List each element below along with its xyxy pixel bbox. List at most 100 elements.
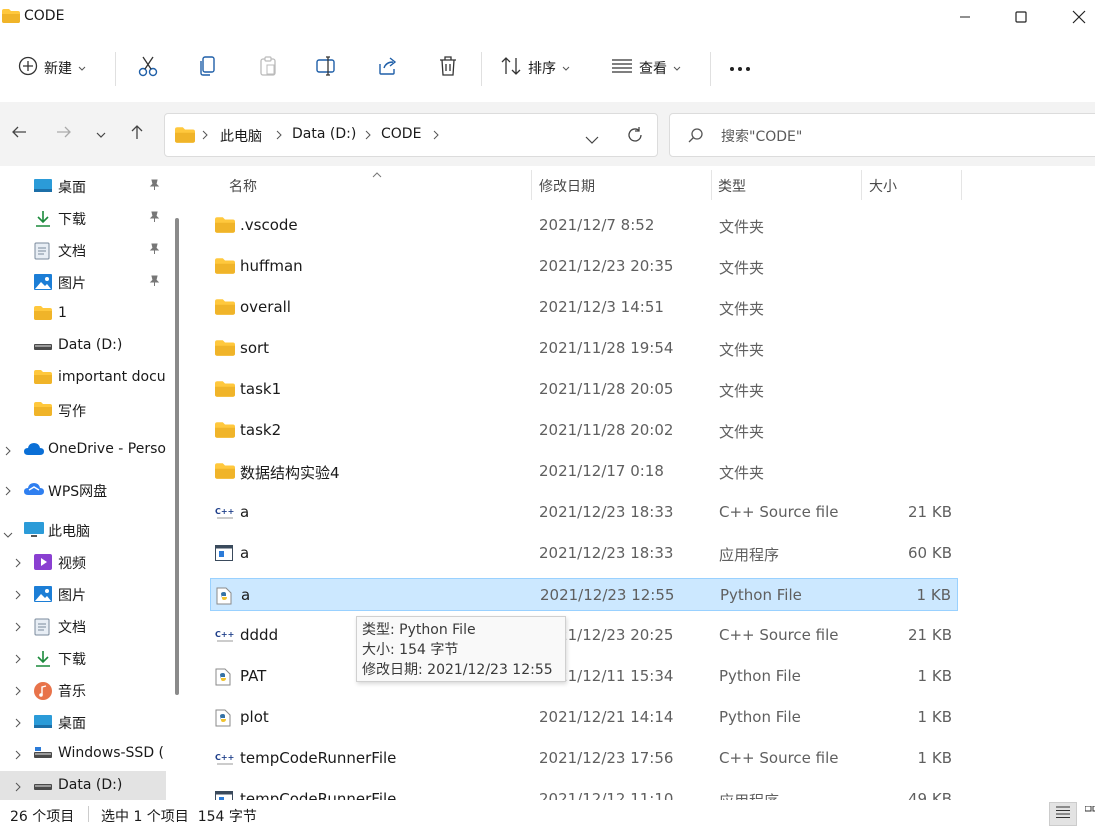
sidebar-item-windows-ssd[interactable]: Windows-SSD ( [0, 739, 166, 769]
minimize-button[interactable] [942, 0, 988, 34]
share-button[interactable] [377, 34, 399, 102]
sidebar-item-pictures-pc[interactable]: 图片 [0, 579, 166, 609]
sidebar-item-label: 下载 [58, 212, 86, 228]
breadcrumb-drive[interactable]: Data (D:) [292, 126, 356, 142]
column-header-date[interactable]: 修改日期 [539, 176, 595, 196]
file-row[interactable]: C++ tempCodeRunnerFile 2021/12/23 17:56 C++… [210, 742, 958, 775]
address-history-dropdown[interactable] [585, 132, 599, 148]
navigation-pane: 桌面 下载 文档 图片 1 Data (D:) important docu 写… [0, 166, 188, 800]
chevron-right-icon[interactable] [15, 556, 21, 572]
column-divider[interactable] [531, 170, 532, 200]
chevron-right-icon[interactable] [15, 652, 21, 668]
breadcrumb-this-pc[interactable]: 此电脑 [220, 126, 262, 146]
file-row[interactable]: PAT 2021/12/11 15:34 Python File 1 KB [210, 660, 958, 693]
chevron-right-icon[interactable] [15, 588, 21, 604]
more-button[interactable] [729, 34, 751, 102]
chevron-right-icon[interactable] [15, 620, 21, 636]
delete-button[interactable] [438, 34, 458, 102]
column-divider[interactable] [711, 170, 712, 200]
sidebar-item-label: 写作 [58, 404, 86, 420]
file-row[interactable]: sort 2021/11/28 19:54 文件夹 [210, 332, 958, 365]
breadcrumb-code[interactable]: CODE [381, 126, 421, 142]
sidebar-item-onedrive[interactable]: OneDrive - Perso [0, 435, 166, 465]
sidebar-item-writing[interactable]: 写作 [0, 395, 166, 425]
file-row[interactable]: .vscode 2021/12/7 8:52 文件夹 [210, 209, 958, 242]
column-header-type[interactable]: 类型 [718, 176, 746, 196]
chevron-right-icon[interactable] [15, 716, 21, 732]
sidebar-item-folder-1[interactable]: 1 [0, 299, 166, 329]
recent-locations-button[interactable] [89, 122, 113, 146]
file-row[interactable]: huffman 2021/12/23 20:35 文件夹 [210, 250, 958, 283]
chevron-down-icon[interactable] [3, 526, 13, 542]
sidebar-item-data-drive[interactable]: Data (D:) [0, 331, 166, 361]
sidebar-item-desktop-pc[interactable]: 桌面 [0, 707, 166, 737]
refresh-button[interactable] [626, 126, 644, 148]
sidebar-item-music[interactable]: 音乐 [0, 675, 166, 705]
up-button[interactable] [125, 122, 149, 146]
sidebar-item-wps-cloud[interactable]: WPS网盘 [0, 475, 166, 505]
column-header-name[interactable]: 名称 [229, 176, 257, 196]
onedrive-icon [24, 442, 44, 458]
forward-button[interactable] [52, 122, 76, 146]
copy-button[interactable] [198, 34, 218, 102]
file-row[interactable]: a 2021/12/23 12:55 Python File 1 KB [210, 578, 958, 611]
back-button[interactable] [7, 122, 31, 146]
chevron-right-icon[interactable] [15, 748, 21, 764]
view-button[interactable]: 查看 [611, 34, 681, 102]
column-header-size[interactable]: 大小 [869, 176, 897, 196]
tiles-view-button[interactable] [1078, 802, 1095, 826]
sidebar-item-important-docs[interactable]: important docu [0, 363, 166, 393]
search-input[interactable]: 搜索"CODE" [669, 113, 1095, 157]
file-row[interactable]: task1 2021/11/28 20:05 文件夹 [210, 373, 958, 406]
scissors-icon [137, 55, 159, 81]
rename-button[interactable] [316, 34, 338, 102]
folder-icon [34, 370, 52, 386]
sidebar-item-label: Data (D:) [58, 337, 123, 353]
wps-cloud-icon [24, 482, 44, 498]
sort-label: 排序 [528, 61, 556, 77]
sidebar-item-downloads[interactable]: 下载 [0, 203, 166, 233]
folder-icon [215, 340, 235, 358]
paste-button[interactable] [258, 34, 278, 102]
details-view-button[interactable] [1049, 802, 1077, 826]
sidebar-item-desktop[interactable]: 桌面 [0, 171, 166, 201]
sidebar-item-label: 桌面 [58, 716, 86, 732]
python-file-icon [215, 709, 233, 727]
sidebar-scrollbar[interactable] [175, 218, 179, 695]
file-size: 21 KB [908, 626, 952, 644]
file-name: task1 [240, 380, 282, 398]
download-icon [34, 210, 52, 227]
sidebar-item-downloads-pc[interactable]: 下载 [0, 643, 166, 673]
divider [481, 52, 482, 86]
file-row[interactable]: C++ dddd 2021/12/23 20:25 C++ Source file 21… [210, 619, 958, 652]
chevron-right-icon[interactable] [15, 684, 21, 700]
chevron-right-icon[interactable] [5, 444, 11, 460]
sidebar-item-pictures[interactable]: 图片 [0, 267, 166, 297]
desktop-icon [34, 178, 52, 194]
file-name: .vscode [240, 216, 298, 234]
file-row[interactable]: C++ a 2021/12/23 18:33 C++ Source file 21 KB [210, 496, 958, 529]
file-row[interactable]: plot 2021/12/21 14:14 Python File 1 KB [210, 701, 958, 734]
sidebar-item-videos[interactable]: 视频 [0, 547, 166, 577]
file-row[interactable]: task2 2021/11/28 20:02 文件夹 [210, 414, 958, 447]
new-button[interactable]: 新建 [18, 34, 86, 102]
chevron-right-icon[interactable] [15, 780, 21, 796]
sidebar-item-documents[interactable]: 文档 [0, 235, 166, 265]
address-bar[interactable]: 此电脑 Data (D:) CODE [164, 113, 658, 157]
column-divider[interactable] [861, 170, 862, 200]
file-row[interactable]: a 2021/12/23 18:33 应用程序 60 KB [210, 537, 958, 570]
arrow-right-icon [56, 125, 72, 143]
file-row[interactable]: 数据结构实验4 2021/12/17 0:18 文件夹 [210, 455, 958, 488]
sidebar-item-data-drive-pc[interactable]: Data (D:) [0, 771, 166, 800]
sidebar-item-documents-pc[interactable]: 文档 [0, 611, 166, 641]
svg-text:C++: C++ [215, 630, 234, 639]
maximize-button[interactable] [998, 0, 1044, 34]
file-row[interactable]: overall 2021/12/3 14:51 文件夹 [210, 291, 958, 324]
column-divider[interactable] [961, 170, 962, 200]
cut-button[interactable] [137, 34, 159, 102]
close-button[interactable] [1056, 0, 1095, 34]
sidebar-item-this-pc[interactable]: 此电脑 [0, 515, 166, 545]
svg-text:C++: C++ [215, 753, 234, 762]
sort-button[interactable]: 排序 [500, 34, 570, 102]
chevron-right-icon[interactable] [5, 484, 11, 500]
